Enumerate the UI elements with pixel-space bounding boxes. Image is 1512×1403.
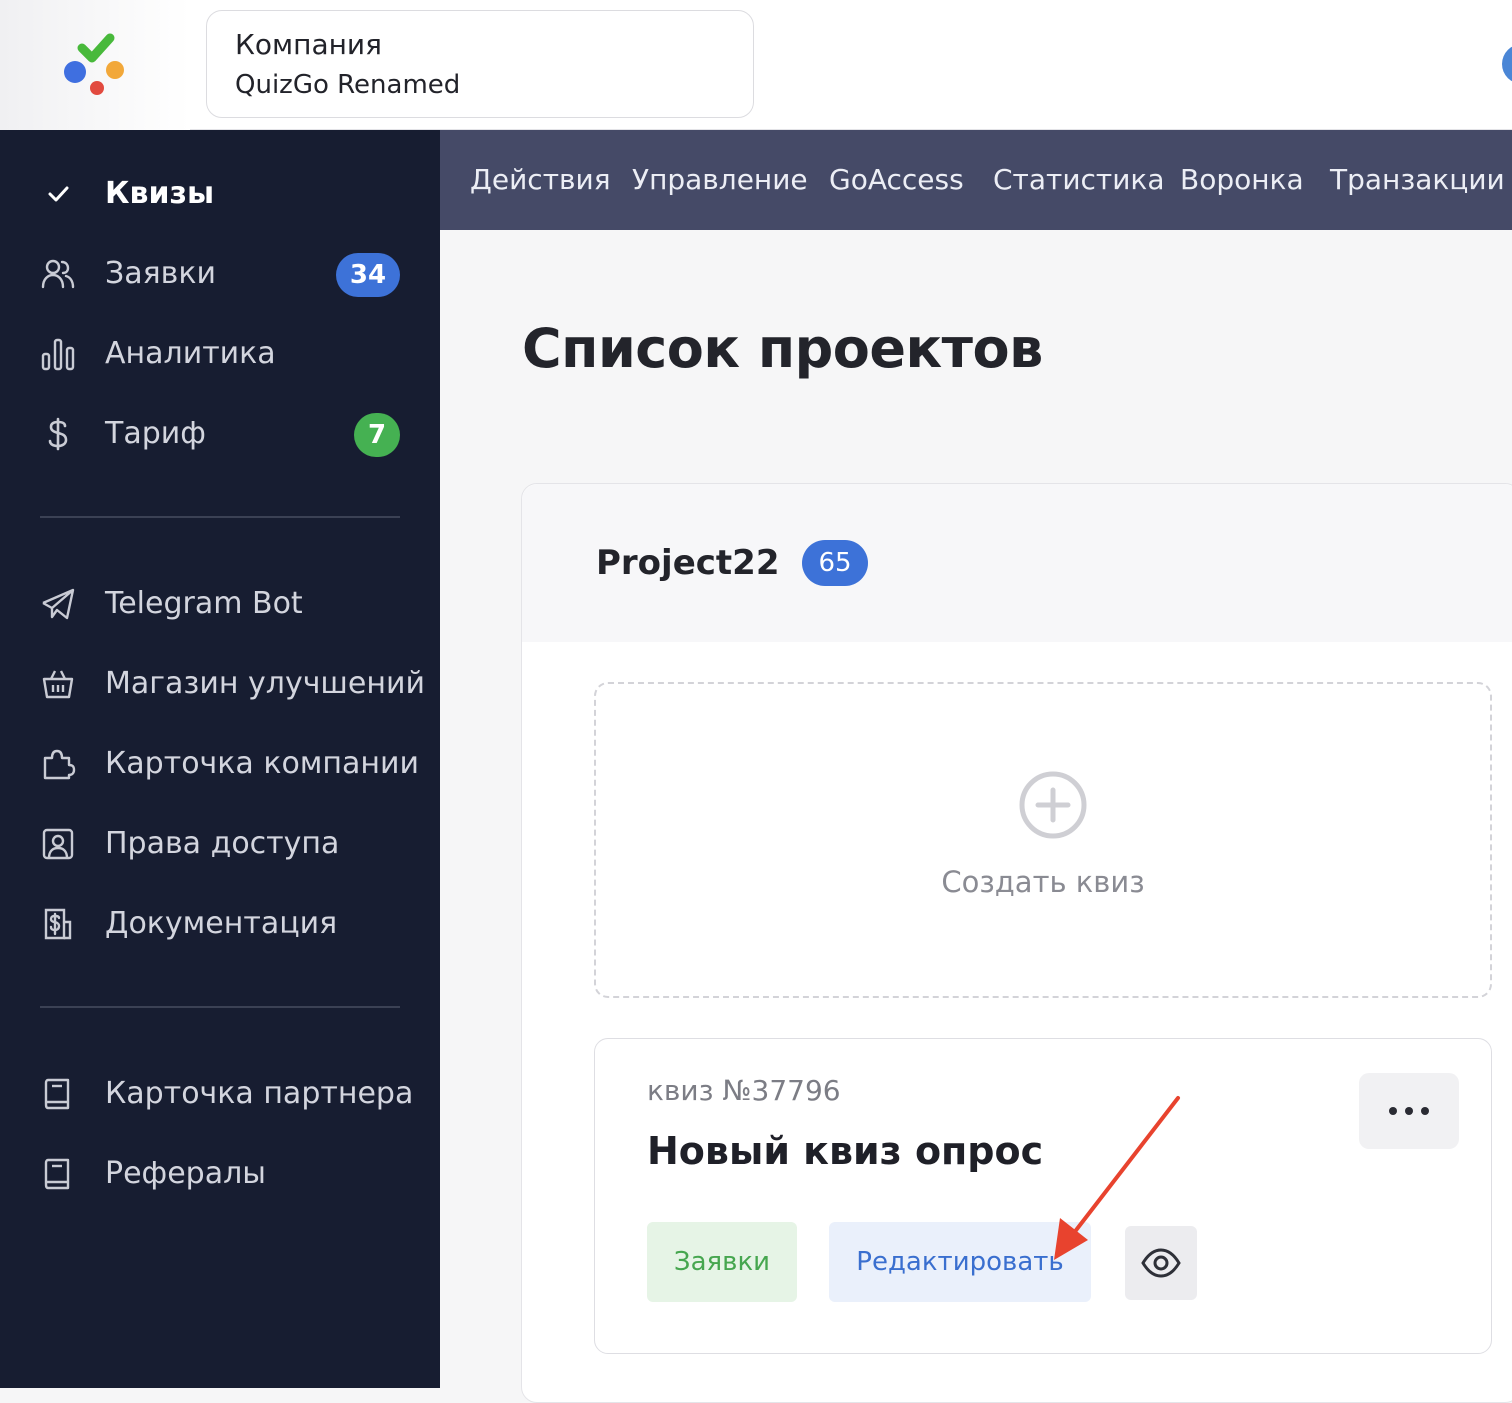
users-icon: [38, 256, 78, 292]
project-name: Project22: [596, 543, 780, 583]
sidebar-item-label: Карточка компании: [105, 746, 420, 781]
user-badge-icon: [38, 826, 78, 862]
page-title: Список проектов: [522, 317, 1043, 380]
sidebar-divider: [40, 1006, 400, 1008]
tab-goaccess[interactable]: GoAccess: [829, 160, 964, 200]
create-quiz-card[interactable]: Создать квиз: [594, 682, 1492, 998]
bar-chart-icon: [38, 336, 78, 372]
leads-count-badge: 34: [336, 253, 400, 297]
tab-management[interactable]: Управление: [632, 160, 808, 200]
plus-circle-icon: [1019, 771, 1087, 839]
basket-icon: [38, 666, 78, 702]
sidebar-item-upgrades-shop[interactable]: Магазин улучшений: [0, 652, 440, 716]
sidebar-item-label: Рефералы: [105, 1156, 266, 1191]
company-name: QuizGo Renamed: [235, 70, 461, 100]
quiz-title[interactable]: Новый квиз опрос: [647, 1123, 1043, 1179]
sidebar-item-partner-card[interactable]: Карточка партнера: [0, 1062, 440, 1126]
company-label: Компания: [235, 28, 382, 61]
document-dollar-icon: [38, 906, 78, 942]
dot-icon: [1421, 1107, 1429, 1115]
telegram-icon: [38, 586, 78, 622]
book-icon: [38, 1076, 78, 1112]
sidebar-item-access-rights[interactable]: Права доступа: [0, 812, 440, 876]
sidebar-item-tariff[interactable]: Тариф 7: [0, 402, 440, 466]
tariff-badge: 7: [354, 413, 400, 457]
sidebar: Квизы Заявки 34 Аналитика Тариф 7 Telegr…: [0, 130, 440, 1388]
sidebar-item-documentation[interactable]: Документация: [0, 892, 440, 956]
more-options-button[interactable]: [1359, 1073, 1459, 1149]
dot-icon: [1405, 1107, 1413, 1115]
sidebar-item-telegram-bot[interactable]: Telegram Bot: [0, 572, 440, 636]
tab-actions[interactable]: Действия: [470, 160, 611, 200]
sidebar-item-label: Telegram Bot: [105, 586, 303, 621]
project-quiz-count-badge: 65: [802, 540, 868, 586]
book-icon: [38, 1156, 78, 1192]
sidebar-item-quizzes[interactable]: Квизы: [0, 162, 440, 226]
sidebar-item-label: Карточка партнера: [105, 1076, 414, 1111]
top-header: Компания QuizGo Renamed: [0, 0, 1512, 130]
app-logo-icon[interactable]: [58, 30, 130, 102]
company-selector[interactable]: Компания QuizGo Renamed: [206, 10, 754, 118]
sidebar-item-label: Документация: [105, 906, 338, 941]
sidebar-item-label: Заявки: [105, 256, 216, 291]
dot-icon: [1389, 1107, 1397, 1115]
sidebar-item-label: Аналитика: [105, 336, 276, 371]
tab-statistics[interactable]: Статистика: [993, 160, 1165, 200]
puzzle-icon: [38, 746, 78, 782]
tab-transactions[interactable]: Транзакции: [1330, 160, 1505, 200]
check-icon: [38, 176, 78, 212]
logo-area: [0, 0, 190, 130]
sidebar-item-leads[interactable]: Заявки 34: [0, 242, 440, 306]
sidebar-item-label: Магазин улучшений: [105, 666, 425, 701]
dollar-icon: [38, 416, 78, 452]
sidebar-item-referrals[interactable]: Рефералы: [0, 1142, 440, 1206]
tab-funnel[interactable]: Воронка: [1180, 160, 1304, 200]
create-quiz-label: Создать квиз: [941, 865, 1145, 899]
top-nav-tabs: Действия Управление GoAccess Статистика …: [440, 130, 1512, 230]
quiz-number: квиз №37796: [647, 1074, 841, 1107]
project-header[interactable]: Project22 65: [522, 484, 1512, 642]
sidebar-item-label: Квизы: [105, 176, 215, 211]
sidebar-item-label: Тариф: [105, 416, 206, 451]
annotation-arrow-icon: [1054, 1096, 1180, 1260]
sidebar-item-company-card[interactable]: Карточка компании: [0, 732, 440, 796]
sidebar-item-label: Права доступа: [105, 826, 340, 861]
sidebar-item-analytics[interactable]: Аналитика: [0, 322, 440, 386]
sidebar-divider: [40, 516, 400, 518]
avatar[interactable]: [1502, 44, 1512, 84]
quiz-leads-button[interactable]: Заявки: [647, 1222, 797, 1302]
